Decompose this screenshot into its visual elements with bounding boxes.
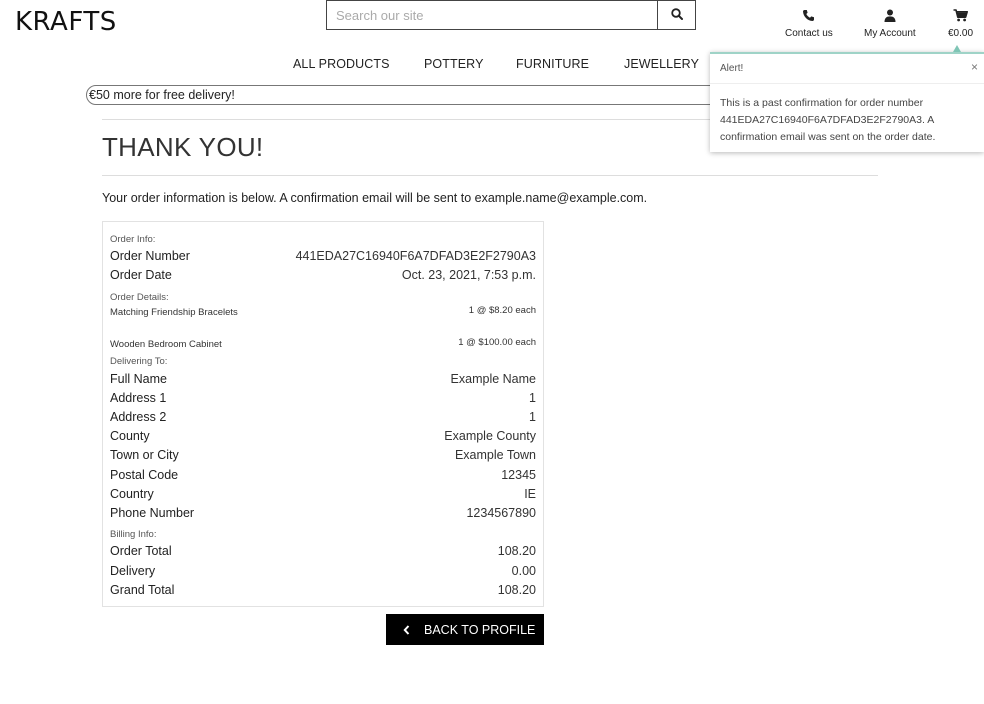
nav-furniture[interactable]: FURNITURE bbox=[516, 57, 589, 71]
alert-message: This is a past confirmation for order nu… bbox=[720, 97, 936, 143]
delivery-label: Address 2 bbox=[110, 410, 167, 424]
order-intro-text: Your order information is below. A confi… bbox=[102, 191, 648, 205]
delivery-value: Example Town bbox=[454, 448, 536, 462]
delivery-row: Phone Number 1234567890 bbox=[110, 506, 536, 520]
delivery-label: Address 1 bbox=[110, 391, 167, 405]
delivery-label: Postal Code bbox=[110, 468, 179, 482]
cart-total: €0.00 bbox=[948, 28, 974, 39]
order-details-heading: Order Details: bbox=[110, 292, 169, 303]
order-item-name: Matching Friendship Bracelets bbox=[110, 307, 238, 318]
billing-label: Order Total bbox=[110, 544, 172, 558]
delivery-value: IE bbox=[524, 487, 536, 501]
search-bar bbox=[326, 0, 696, 30]
billing-row: Grand Total 108.20 bbox=[110, 583, 536, 597]
billing-info-heading: Billing Info: bbox=[110, 529, 157, 540]
alert-title: Alert! bbox=[720, 63, 744, 74]
phone-icon bbox=[785, 9, 833, 25]
search-input[interactable] bbox=[326, 0, 657, 30]
order-date-value: Oct. 23, 2021, 7:53 p.m. bbox=[401, 268, 536, 282]
delivery-value: Example Name bbox=[450, 372, 536, 386]
order-item-qty: 1 @ $100.00 each bbox=[458, 337, 536, 348]
delivery-value: 1234567890 bbox=[466, 506, 536, 520]
delivery-row: County Example County bbox=[110, 429, 536, 443]
account-link[interactable]: My Account bbox=[864, 9, 916, 39]
delivery-value: 1 bbox=[529, 391, 536, 405]
delivery-row: Postal Code 12345 bbox=[110, 468, 536, 482]
order-item-row: Matching Friendship Bracelets 1 @ $8.20 … bbox=[110, 305, 536, 321]
billing-value: 108.20 bbox=[497, 583, 536, 597]
order-item-row: Wooden Bedroom Cabinet 1 @ $100.00 each bbox=[110, 337, 536, 353]
order-summary-card: Order Info: Order Number 441EDA27C16940F… bbox=[102, 221, 544, 607]
page-title: THANK YOU! bbox=[102, 132, 264, 162]
order-number-value: 441EDA27C16940F6A7DFAD3E2F2790A3 bbox=[295, 249, 536, 263]
billing-label: Delivery bbox=[110, 564, 156, 578]
delivery-label: County bbox=[110, 429, 150, 443]
order-info-heading: Order Info: bbox=[110, 234, 156, 245]
delivery-label: Phone Number bbox=[110, 506, 195, 520]
billing-value: 0.00 bbox=[511, 564, 536, 578]
delivery-row: Address 1 1 bbox=[110, 391, 536, 405]
order-item-qty: 1 @ $8.20 each bbox=[468, 305, 536, 316]
billing-label: Grand Total bbox=[110, 583, 175, 597]
delivery-value: Example County bbox=[444, 429, 536, 443]
nav-all-products[interactable]: ALL PRODUCTS bbox=[293, 57, 390, 71]
contact-label: Contact us bbox=[785, 28, 833, 39]
divider bbox=[102, 175, 878, 176]
delivery-label: Town or City bbox=[110, 448, 179, 462]
delivery-value: 12345 bbox=[501, 468, 536, 482]
alert-caret bbox=[953, 45, 961, 52]
back-to-profile-button[interactable]: BACK TO PROFILE bbox=[386, 614, 544, 645]
alert-divider bbox=[710, 83, 984, 84]
alert-toast: Alert! × This is a past confirmation for… bbox=[710, 45, 984, 152]
order-date-label: Order Date bbox=[110, 268, 172, 282]
order-number-label: Order Number bbox=[110, 249, 190, 263]
search-button[interactable] bbox=[657, 0, 696, 30]
delivering-to-heading: Delivering To: bbox=[110, 356, 168, 367]
search-icon bbox=[670, 7, 683, 23]
order-date-row: Order Date Oct. 23, 2021, 7:53 p.m. bbox=[110, 268, 536, 282]
back-to-profile-label: BACK TO PROFILE bbox=[424, 622, 536, 637]
user-icon bbox=[864, 9, 916, 25]
billing-value: 108.20 bbox=[497, 544, 536, 558]
account-label: My Account bbox=[864, 28, 916, 39]
nav-pottery[interactable]: POTTERY bbox=[424, 57, 484, 71]
contact-link[interactable]: Contact us bbox=[785, 9, 833, 39]
delivery-row: Full Name Example Name bbox=[110, 372, 536, 386]
delivery-label: Full Name bbox=[110, 372, 167, 386]
site-logo[interactable]: KRAFTS bbox=[15, 7, 117, 37]
billing-row: Delivery 0.00 bbox=[110, 564, 536, 578]
delivery-label: Country bbox=[110, 487, 154, 501]
order-item-name: Wooden Bedroom Cabinet bbox=[110, 339, 222, 350]
cart-link[interactable]: €0.00 bbox=[948, 9, 973, 39]
delivery-value: 1 bbox=[529, 410, 536, 424]
chevron-left-icon bbox=[403, 624, 410, 635]
billing-row: Order Total 108.20 bbox=[110, 544, 536, 558]
delivery-row: Country IE bbox=[110, 487, 536, 501]
nav-jewellery[interactable]: JEWELLERY bbox=[624, 57, 699, 71]
delivery-row: Address 2 1 bbox=[110, 410, 536, 424]
delivery-row: Town or City Example Town bbox=[110, 448, 536, 462]
close-icon[interactable]: × bbox=[971, 61, 978, 73]
order-number-row: Order Number 441EDA27C16940F6A7DFAD3E2F2… bbox=[110, 249, 536, 263]
cart-icon bbox=[948, 9, 973, 25]
